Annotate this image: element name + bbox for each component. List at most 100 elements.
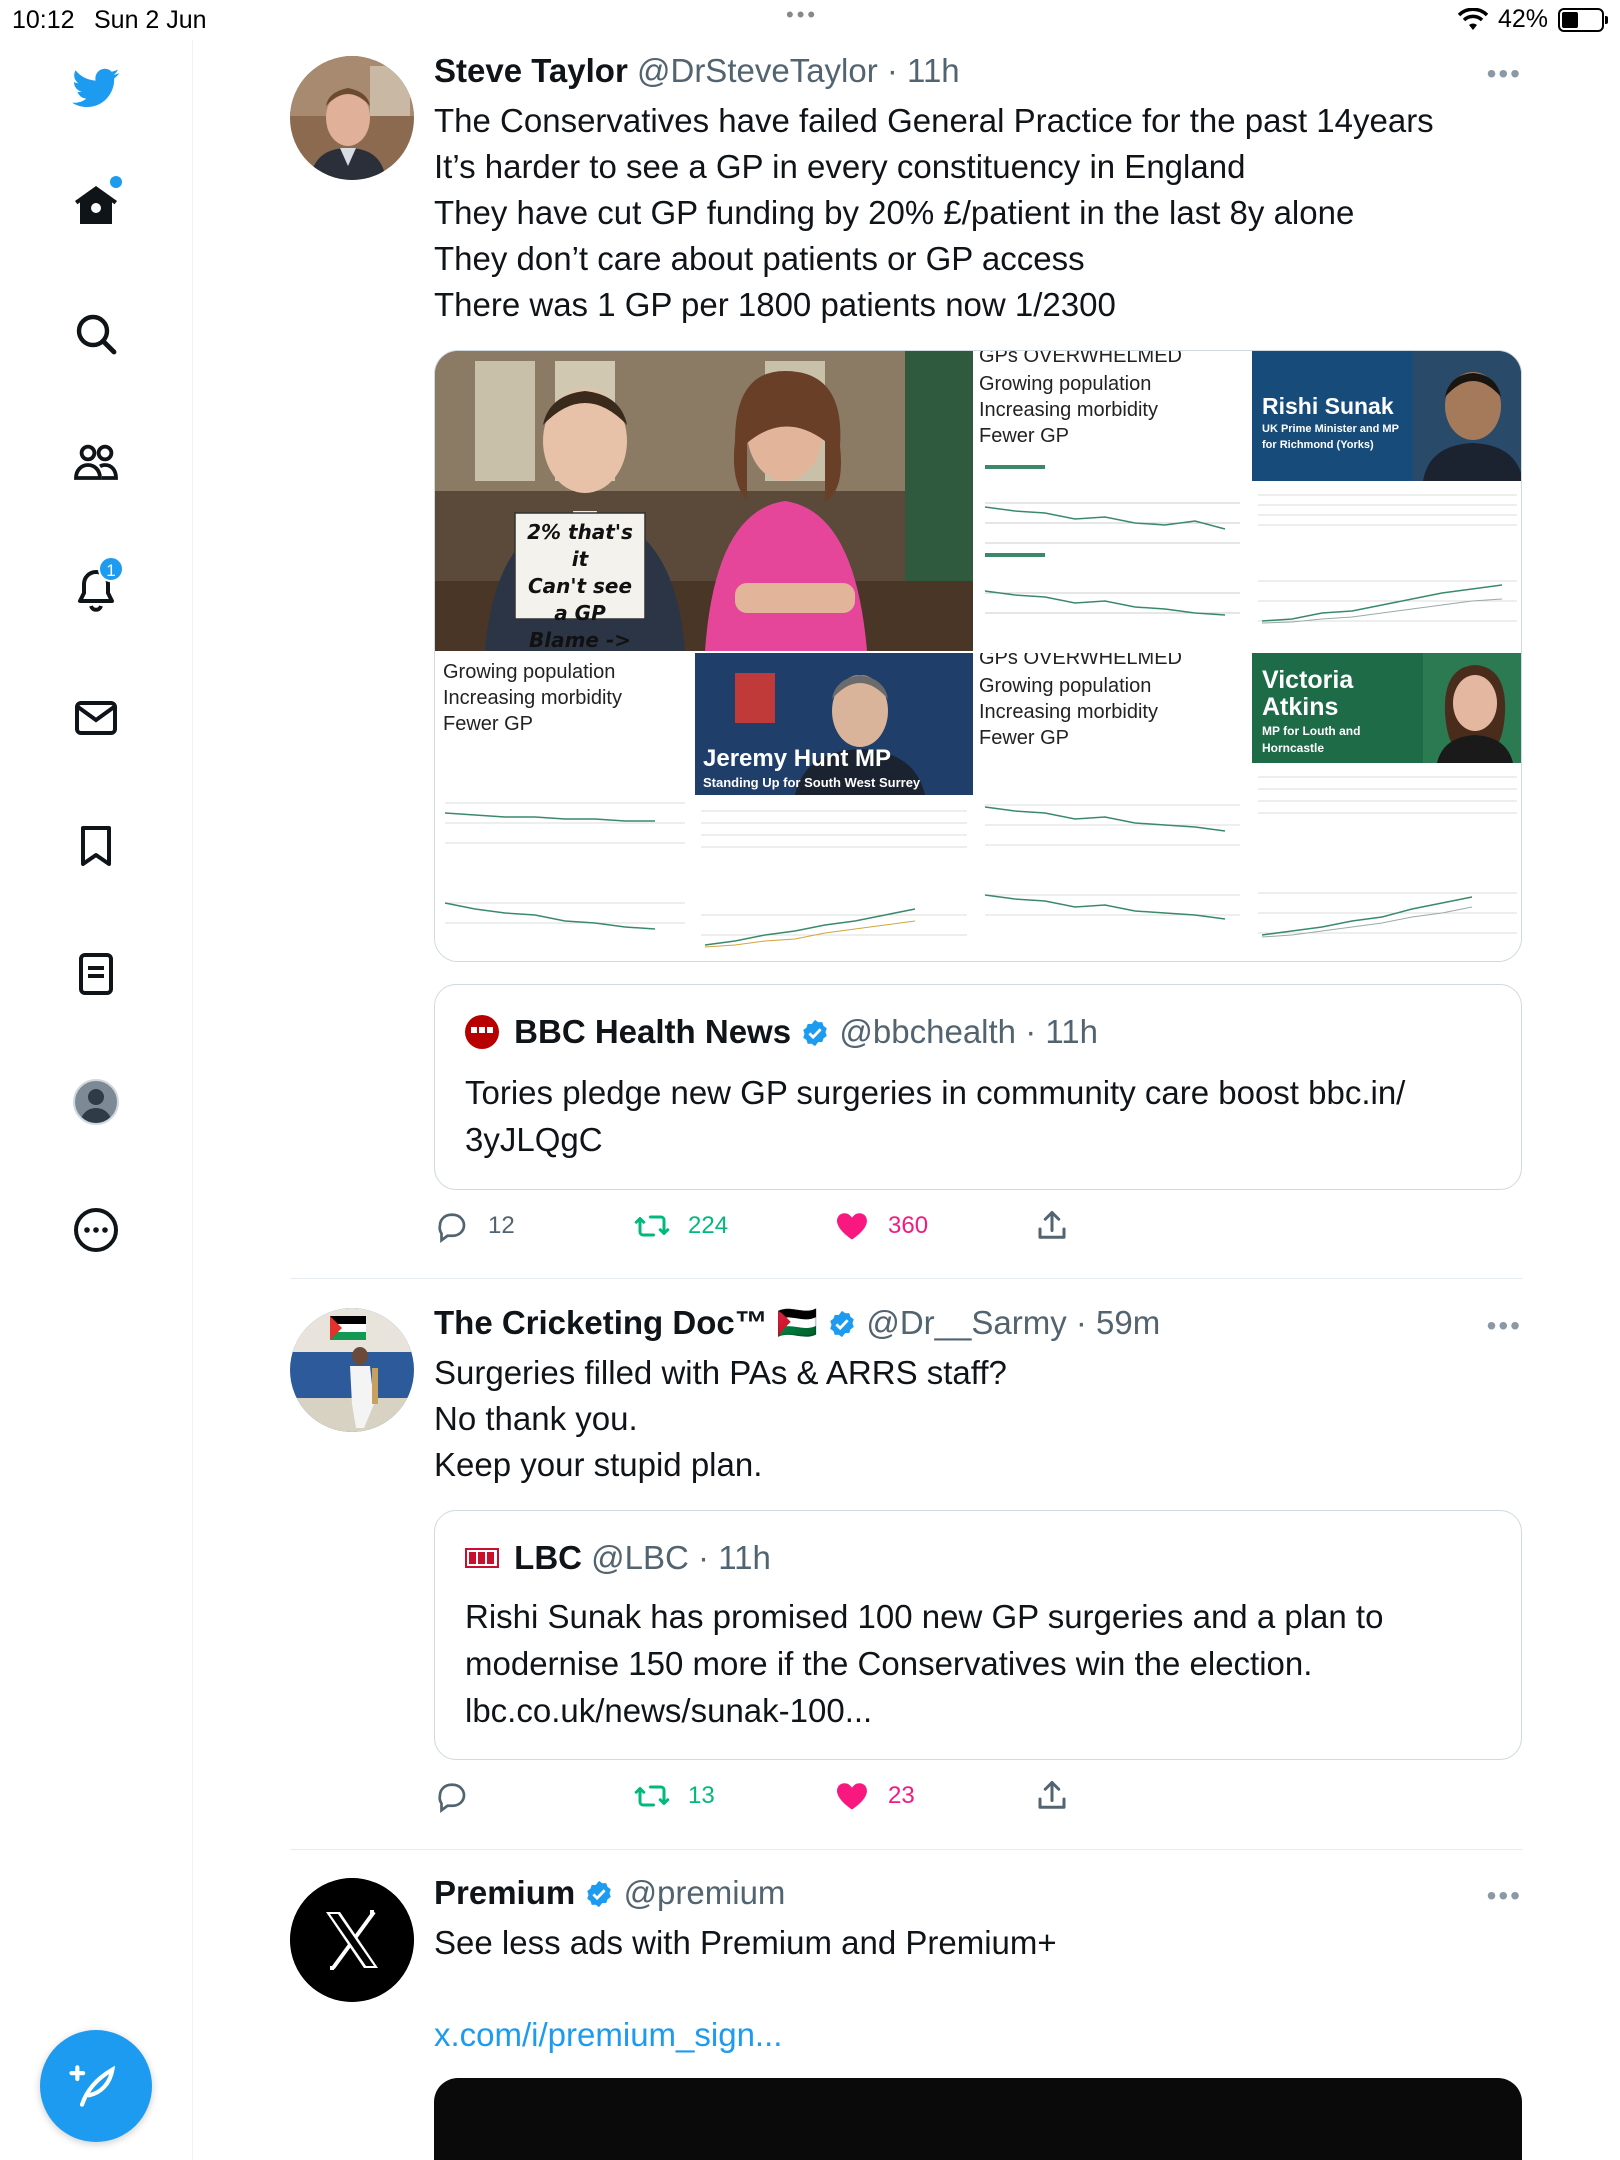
author-handle[interactable]: @premium xyxy=(624,1874,786,1911)
card-portrait xyxy=(1423,653,1521,763)
sidebar: 1 xyxy=(0,40,193,2160)
card-table-chart xyxy=(701,810,967,948)
tweet-more-icon[interactable]: ••• xyxy=(1487,58,1522,90)
search-icon[interactable] xyxy=(70,308,122,360)
avatar[interactable] xyxy=(290,1308,414,1432)
notifications-icon[interactable]: 1 xyxy=(70,556,124,616)
tweet-steve-taylor[interactable]: Steve Taylor @DrSteveTaylor · 11h ••• Th… xyxy=(290,40,1522,1280)
bbc-news-avatar-icon xyxy=(465,1015,499,1049)
card-role: Standing Up for South West Surrey xyxy=(703,775,921,790)
status-right: 42% xyxy=(1457,5,1608,34)
retweet-button[interactable]: 13 xyxy=(634,1778,715,1814)
panel-lines: Growing population Increasing morbidity … xyxy=(443,659,622,737)
retweet-count: 13 xyxy=(688,1782,715,1809)
premium-media[interactable] xyxy=(434,2078,1522,2160)
lbc-avatar-icon xyxy=(465,1548,499,1568)
tweet-media-grid[interactable]: 2% that's it Can't see a GP Blame -> GPs… xyxy=(434,350,1522,962)
messages-icon[interactable] xyxy=(70,692,122,744)
compose-feather-icon xyxy=(69,2065,116,2107)
reply-button[interactable]: 12 xyxy=(434,1208,515,1244)
communities-icon[interactable] xyxy=(70,436,122,488)
media-chart-panel-bottom[interactable]: GPs OVERWHELMED Growing population Incre… xyxy=(975,653,1250,961)
verified-badge-icon xyxy=(803,1019,827,1047)
like-button[interactable]: 23 xyxy=(834,1778,915,1814)
share-icon xyxy=(1038,1211,1066,1239)
tweet-header: The Cricketing Doc™ 🇵🇸 @Dr__Sarmy · 59m xyxy=(434,1304,1160,1343)
retweet-button[interactable]: 224 xyxy=(634,1208,728,1244)
like-count: 360 xyxy=(888,1212,929,1239)
flag-emoji: 🇵🇸 xyxy=(776,1304,818,1341)
quote-author-name[interactable]: LBC xyxy=(514,1539,582,1576)
twitter-logo-icon[interactable] xyxy=(70,62,122,114)
heart-icon xyxy=(837,1213,867,1240)
media-chart-panel-top[interactable]: GPs OVERWHELMED Growing population Incre… xyxy=(975,351,1250,651)
quote-text: Tories pledge new GP surgeries in commun… xyxy=(465,1074,1406,1158)
share-button[interactable] xyxy=(1034,1208,1070,1244)
quote-author-handle[interactable]: @bbchealth xyxy=(839,1013,1016,1050)
quote-author-handle[interactable]: @LBC xyxy=(591,1539,689,1576)
profile-icon[interactable] xyxy=(70,1076,122,1128)
status-bar: 10:12 Sun 2 Jun ••• 42% xyxy=(0,0,1620,40)
battery-percent: 42% xyxy=(1497,5,1548,33)
card-name: Rishi Sunak xyxy=(1262,393,1394,419)
tweet-time[interactable]: · 59m xyxy=(1076,1304,1160,1341)
quote-author-name[interactable]: BBC Health News xyxy=(514,1013,791,1050)
panel-line: Fewer GP xyxy=(979,727,1070,749)
card-table-chart xyxy=(1258,494,1517,624)
retweet-count: 224 xyxy=(688,1212,729,1239)
battery-icon xyxy=(1558,7,1608,32)
panel-lines: Growing population Increasing morbidity … xyxy=(979,371,1158,449)
card-portrait xyxy=(695,653,973,795)
premium-link[interactable]: x.com/i/premium_sign... xyxy=(434,2012,782,2058)
x-logo-avatar-icon[interactable] xyxy=(290,1878,414,2002)
author-handle[interactable]: @Dr__Sarmy xyxy=(866,1304,1066,1341)
tweet-cricketing-doc[interactable]: The Cricketing Doc™ 🇵🇸 @Dr__Sarmy · 59m … xyxy=(290,1290,1522,1840)
retweet-icon xyxy=(634,1215,670,1237)
tweet-premium[interactable]: Premium @premium ••• See less ads with P… xyxy=(290,1860,1522,2160)
reply-icon xyxy=(438,1213,466,1243)
panel-mini-charts xyxy=(444,802,685,930)
like-button[interactable]: 360 xyxy=(834,1208,928,1244)
verified-badge-icon xyxy=(830,1310,854,1338)
media-card-hunt[interactable]: Jeremy Hunt MP Standing Up for South Wes… xyxy=(695,653,973,961)
quote-time: · 11h xyxy=(1025,1013,1098,1050)
lists-icon[interactable] xyxy=(70,948,122,1000)
media-chart-panel-bottom-left[interactable]: Growing population Increasing morbidity … xyxy=(435,653,693,961)
card-role: MP for Louth and Horncastle xyxy=(1262,724,1361,755)
share-button[interactable] xyxy=(1034,1778,1070,1814)
tweet-more-icon[interactable]: ••• xyxy=(1487,1310,1522,1342)
media-photo-image xyxy=(435,351,973,651)
bookmarks-icon[interactable] xyxy=(70,820,122,872)
quoted-tweet[interactable]: BBC Health News @bbchealth · 11h Tories … xyxy=(434,984,1522,1190)
author-name[interactable]: Premium xyxy=(434,1874,575,1911)
reply-button[interactable] xyxy=(434,1778,488,1814)
card-role: UK Prime Minister and MP for Richmond (Y… xyxy=(1262,423,1399,451)
status-date: Sun 2 Jun xyxy=(94,6,207,34)
panel-line: Growing population xyxy=(979,675,1152,697)
battery-fill xyxy=(1562,11,1578,28)
tweet-more-icon[interactable]: ••• xyxy=(1487,1880,1522,1912)
wifi-icon xyxy=(1457,7,1488,30)
panel-lines: Growing population Increasing morbidity … xyxy=(979,673,1158,751)
reply-icon xyxy=(438,1783,466,1813)
panel-mini-charts xyxy=(984,465,1240,616)
home-icon[interactable] xyxy=(70,176,122,232)
tweet-actions: 12 224 360 xyxy=(434,1208,1334,1248)
media-card-rishi[interactable]: Rishi Sunak UK Prime Minister and MP for… xyxy=(1252,351,1521,651)
more-icon[interactable] xyxy=(70,1204,122,1256)
author-name[interactable]: The Cricketing Doc™ xyxy=(434,1304,768,1341)
tweet-text: Surgeries filled with PAs & ARRS staff? … xyxy=(434,1354,1007,1483)
media-photo[interactable]: 2% that's it Can't see a GP Blame -> xyxy=(435,351,973,651)
avatar[interactable] xyxy=(290,56,414,180)
tweet-time[interactable]: · 11h xyxy=(887,52,960,89)
compose-button[interactable] xyxy=(40,2030,152,2142)
panel-line: Growing population xyxy=(443,661,616,683)
author-name[interactable]: Steve Taylor xyxy=(434,52,628,89)
multitasking-dots-icon[interactable]: ••• xyxy=(786,2,818,28)
media-card-atkins[interactable]: Victoria Atkins MP for Louth and Horncas… xyxy=(1252,653,1521,961)
quote-time: · 11h xyxy=(698,1539,771,1576)
quoted-tweet[interactable]: LBC @LBC · 11h Rishi Sunak has promised … xyxy=(434,1510,1522,1760)
notifications-badge: 1 xyxy=(98,556,124,582)
author-handle[interactable]: @DrSteveTaylor xyxy=(637,52,878,89)
verified-badge-icon xyxy=(587,1880,612,1908)
